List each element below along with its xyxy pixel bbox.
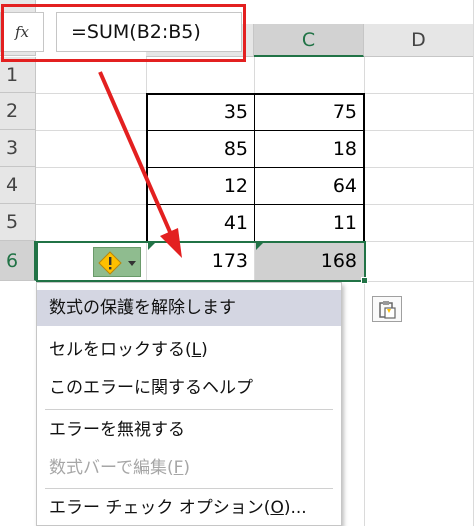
menu-separator xyxy=(45,409,333,410)
paste-options-icon xyxy=(379,301,396,319)
menu-item-label: このエラーに関するヘルプ xyxy=(49,378,253,398)
paste-options-button[interactable] xyxy=(372,296,402,322)
menu-item-lock-cell[interactable]: セルをロックする(L) xyxy=(37,332,341,368)
menu-item-unprotect-formula[interactable]: 数式の保護を解除します xyxy=(37,290,341,326)
menu-item-accesskey: L xyxy=(191,340,202,360)
menu-item-label: 数式バーで編集( xyxy=(49,458,174,478)
menu-item-label: エラーを無視する xyxy=(49,420,185,440)
menu-item-suffix: ) xyxy=(201,340,208,360)
menu-item-ignore-error[interactable]: エラーを無視する xyxy=(37,412,341,448)
error-options-menu: 数式の保護を解除します セルをロックする(L) このエラーに関するヘルプ エラー… xyxy=(36,282,342,526)
menu-item-suffix: )... xyxy=(283,498,307,518)
menu-item-accesskey: O xyxy=(270,498,284,518)
menu-item-accesskey: F xyxy=(173,458,184,478)
menu-item-label: セルをロックする( xyxy=(49,340,192,360)
menu-item-error-checking-options[interactable]: エラー チェック オプション(O)... xyxy=(37,490,341,526)
menu-item-help-on-error[interactable]: このエラーに関するヘルプ xyxy=(37,370,341,406)
menu-item-suffix: ) xyxy=(183,458,191,478)
menu-separator xyxy=(45,488,333,489)
menu-item-label: 数式の保護を解除します xyxy=(49,298,236,318)
menu-item-label: エラー チェック オプション( xyxy=(49,498,271,518)
menu-item-edit-in-formula-bar: 数式バーで編集(F) xyxy=(37,450,341,486)
